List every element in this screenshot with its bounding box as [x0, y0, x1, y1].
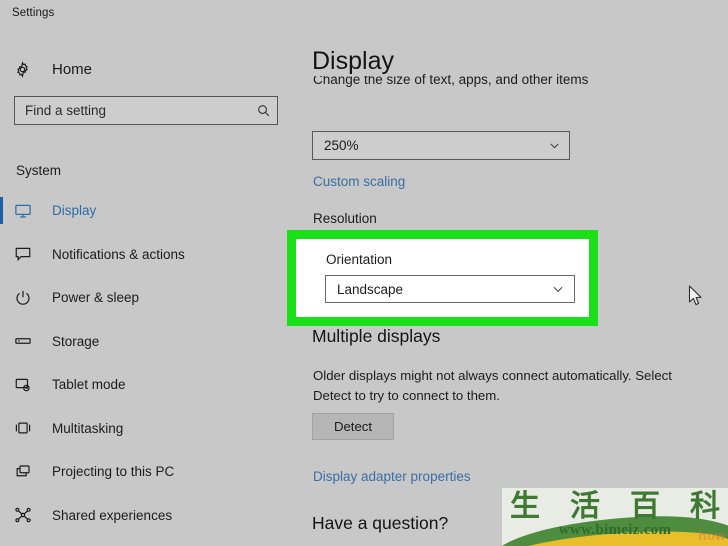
sidebar-item-home[interactable]: Home — [0, 52, 292, 86]
sidebar-item-storage[interactable]: Storage — [0, 320, 292, 364]
watermark-url: www.bimeiz.com — [558, 522, 672, 538]
sidebar-label: Shared experiences — [52, 507, 173, 523]
sidebar-item-power-sleep[interactable]: Power & sleep — [0, 276, 292, 320]
watermark-char: 科 — [690, 489, 720, 524]
sidebar-label: Multitasking — [52, 420, 124, 436]
sidebar-label: Display — [52, 203, 97, 219]
search-icon[interactable] — [249, 103, 277, 118]
search-input[interactable]: Find a setting — [14, 96, 278, 125]
sidebar-label: Power & sleep — [52, 290, 140, 306]
sidebar-item-shared-experiences[interactable]: Shared experiences — [0, 494, 292, 538]
multiple-displays-heading: Multiple displays — [312, 326, 441, 346]
settings-sidebar: Home Find a setting System Display Notif… — [0, 32, 292, 546]
gear-icon — [14, 60, 46, 78]
selection-indicator — [0, 197, 3, 224]
display-adapter-properties-link[interactable]: Display adapter properties — [313, 469, 471, 484]
watermark-char: 百 — [630, 489, 660, 524]
shared-icon — [14, 506, 48, 524]
custom-scaling-link[interactable]: Custom scaling — [313, 174, 405, 189]
window-title: Settings — [12, 7, 55, 19]
orientation-section: Orientation Landscape — [296, 239, 589, 317]
sidebar-item-notifications-actions[interactable]: Notifications & actions — [0, 233, 292, 277]
have-a-question-heading: Have a question? — [312, 513, 449, 533]
sidebar-item-multitasking[interactable]: Multitasking — [0, 407, 292, 451]
monitor-icon — [14, 202, 48, 220]
detect-button[interactable]: Detect — [312, 413, 394, 440]
chevron-down-icon — [542, 282, 574, 296]
sidebar-nav-list: Display Notifications & actions Power & … — [0, 189, 292, 537]
sidebar-label: Notifications & actions — [52, 246, 185, 262]
sidebar-label: Storage — [52, 333, 100, 349]
storage-icon — [14, 332, 48, 350]
watermark-cjk-text: 生 活 百 科 — [510, 490, 720, 524]
sidebar-item-tablet-mode[interactable]: Tablet mode — [0, 363, 292, 407]
notification-icon — [14, 245, 48, 263]
sidebar-item-projecting-to-this-pc[interactable]: Projecting to this PC — [0, 450, 292, 494]
tablet-icon — [14, 376, 48, 394]
scale-dropdown[interactable]: 250% — [312, 131, 570, 160]
chevron-down-icon — [539, 139, 569, 152]
multitasking-icon — [14, 419, 48, 437]
page-title: Display — [312, 46, 400, 76]
mouse-cursor — [688, 285, 703, 312]
watermark-ghost-text: how — [698, 528, 726, 543]
orientation-highlight-box: Orientation Landscape — [287, 230, 598, 326]
resolution-label: Resolution — [313, 211, 377, 226]
window-title-bar: Settings — [0, 0, 728, 32]
sidebar-item-display[interactable]: Display — [0, 189, 292, 233]
orientation-dropdown[interactable]: Landscape — [325, 275, 575, 303]
search-input-value: Find a setting — [25, 103, 107, 118]
sidebar-label: Projecting to this PC — [52, 464, 175, 480]
watermark-char: 活 — [570, 489, 600, 524]
watermark: 生 活 百 科 www.bimeiz.com how — [502, 488, 728, 546]
watermark-char: 生 — [510, 489, 540, 524]
multiple-displays-description: Older displays might not always connect … — [313, 368, 672, 403]
projecting-icon — [14, 463, 48, 481]
sidebar-home-label: Home — [52, 60, 93, 78]
sidebar-group-header: System — [16, 163, 62, 178]
orientation-label: Orientation — [326, 252, 393, 267]
scale-dropdown-value: 250% — [324, 138, 359, 153]
sidebar-label: Tablet mode — [52, 377, 126, 393]
power-icon — [14, 289, 48, 307]
orientation-dropdown-value: Landscape — [337, 281, 404, 297]
